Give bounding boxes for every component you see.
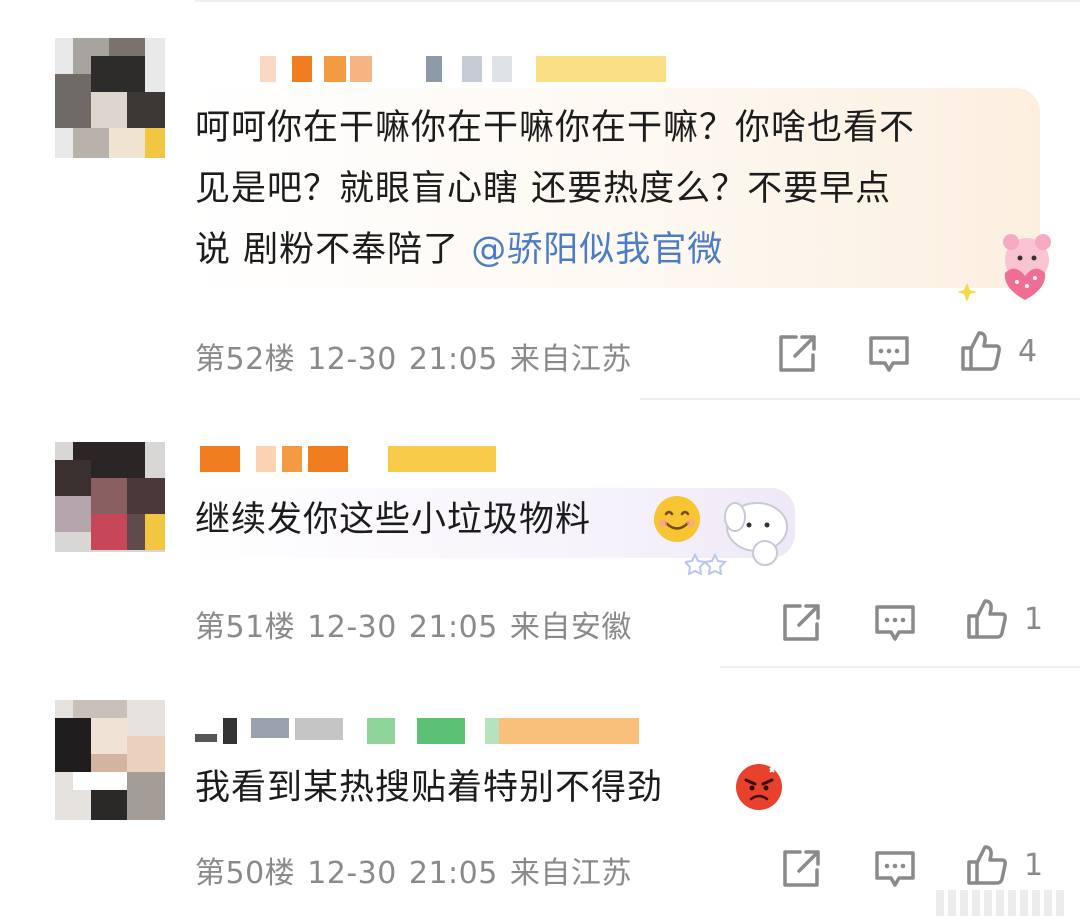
comment-icon[interactable]	[874, 848, 916, 890]
angry-emoji	[736, 764, 782, 810]
username-redacted[interactable]	[195, 718, 655, 744]
share-icon[interactable]	[780, 848, 822, 890]
avatar[interactable]	[55, 700, 165, 820]
watermark	[936, 890, 1066, 916]
comment-text: 我看到某热搜贴着特别不得劲	[195, 768, 664, 808]
floor-number: 第50楼	[195, 856, 296, 891]
like-count: 1	[1024, 848, 1044, 883]
comment-location: 来自江苏	[509, 856, 632, 891]
like-icon[interactable]	[966, 844, 1008, 886]
comment-meta: 第50楼 12-30 21:05 来自江苏	[195, 848, 644, 892]
comment-50: 我看到某热搜贴着特别不得劲 第50楼 12-30 21:05 来自江苏 1	[0, 0, 1080, 922]
comment-time: 21:05	[408, 856, 498, 891]
comment-date: 12-30	[307, 856, 397, 891]
